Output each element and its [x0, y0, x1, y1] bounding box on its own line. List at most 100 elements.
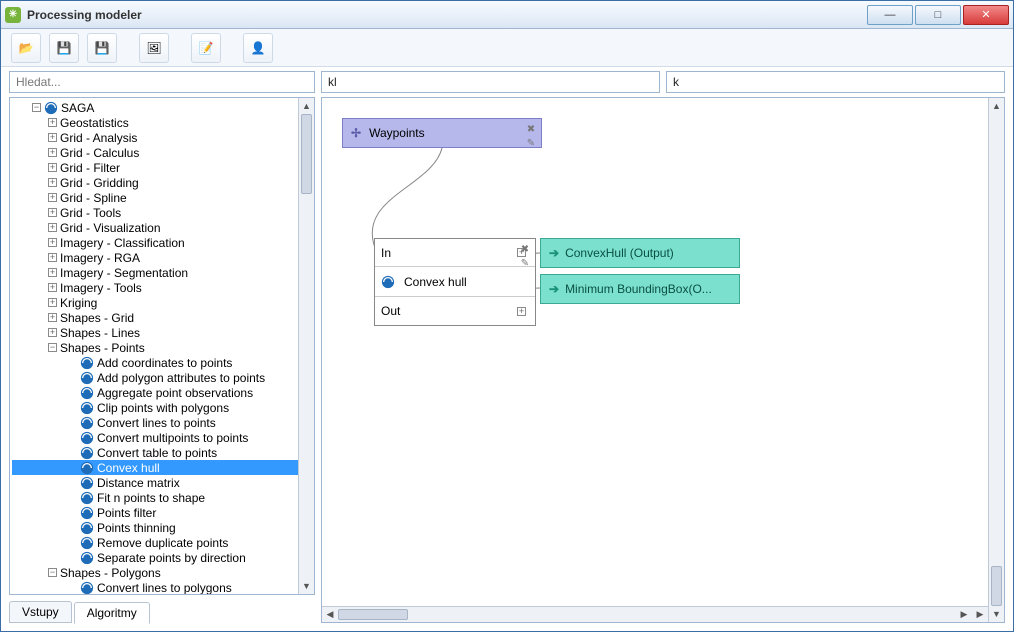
- expand-out-icon[interactable]: +: [517, 307, 526, 316]
- model-group-input[interactable]: k: [666, 71, 1005, 93]
- tree-category[interactable]: +Grid - Spline: [12, 190, 314, 205]
- expand-icon[interactable]: +: [48, 193, 57, 202]
- tab-algorithms[interactable]: Algoritmy: [74, 602, 150, 624]
- tree-algorithm[interactable]: Convert table to points: [12, 445, 314, 460]
- expand-icon[interactable]: +: [48, 133, 57, 142]
- tree-category[interactable]: +Shapes - Grid: [12, 310, 314, 325]
- canvas-vscrollbar[interactable]: ▲ ▼: [988, 98, 1004, 622]
- tree-category-shapes-polygons[interactable]: −Shapes - Polygons: [12, 565, 314, 580]
- maximize-button[interactable]: □: [915, 5, 961, 25]
- tree-algorithm[interactable]: Clip points with polygons: [12, 400, 314, 415]
- tree-item-label: Grid - Analysis: [60, 131, 137, 145]
- algorithm-tree[interactable]: −SAGA+Geostatistics+Grid - Analysis+Grid…: [9, 97, 315, 595]
- tree-category[interactable]: +Grid - Analysis: [12, 130, 314, 145]
- tree-category[interactable]: +Imagery - Classification: [12, 235, 314, 250]
- model-canvas[interactable]: ✢ Waypoints ✖ ✎ In +: [321, 97, 1005, 623]
- tree-item-label: Distance matrix: [97, 476, 180, 490]
- open-button[interactable]: 📂: [11, 33, 41, 63]
- tree-algorithm[interactable]: Points filter: [12, 505, 314, 520]
- edit-icon[interactable]: ✎: [519, 257, 531, 269]
- algorithm-node-label: Convex hull: [404, 275, 467, 289]
- scroll-thumb[interactable]: [991, 566, 1002, 606]
- save-button[interactable]: 💾: [49, 33, 79, 63]
- expand-icon[interactable]: −: [32, 103, 41, 112]
- image-icon: 🖼: [146, 41, 161, 55]
- expand-icon[interactable]: +: [48, 268, 57, 277]
- tree-category[interactable]: +Grid - Gridding: [12, 175, 314, 190]
- search-input[interactable]: Hledat...: [9, 71, 315, 93]
- expand-icon[interactable]: +: [48, 328, 57, 337]
- tree-category[interactable]: +Kriging: [12, 295, 314, 310]
- expand-icon[interactable]: +: [48, 313, 57, 322]
- tree-category[interactable]: +Grid - Calculus: [12, 145, 314, 160]
- edit-help-button[interactable]: 📝: [191, 33, 221, 63]
- scroll-up-icon[interactable]: ▲: [299, 98, 314, 114]
- expand-icon[interactable]: +: [48, 178, 57, 187]
- tree-category-shapes-points[interactable]: −Shapes - Points: [12, 340, 314, 355]
- saveas-button[interactable]: 💾: [87, 33, 117, 63]
- tree-algorithm[interactable]: Distance matrix: [12, 475, 314, 490]
- tree-category[interactable]: +Imagery - RGA: [12, 250, 314, 265]
- output-node-label: ConvexHull (Output): [565, 246, 674, 260]
- edit-icon[interactable]: ✎: [525, 137, 537, 149]
- tree-algorithm[interactable]: Convert multipoints to points: [12, 430, 314, 445]
- output-node-convexhull[interactable]: ➔ ConvexHull (Output): [540, 238, 740, 268]
- model-name-input[interactable]: kl: [321, 71, 660, 93]
- tree-category[interactable]: +Geostatistics: [12, 115, 314, 130]
- expand-icon[interactable]: +: [48, 283, 57, 292]
- expand-icon[interactable]: +: [48, 238, 57, 247]
- tree-category[interactable]: +Grid - Tools: [12, 205, 314, 220]
- tree-item-label: Grid - Filter: [60, 161, 120, 175]
- close-button[interactable]: ✕: [963, 5, 1009, 25]
- tree-algorithm[interactable]: Fit n points to shape: [12, 490, 314, 505]
- tree-algorithm[interactable]: Points thinning: [12, 520, 314, 535]
- delete-icon[interactable]: ✖: [525, 123, 537, 135]
- tree-item-label: Grid - Visualization: [60, 221, 161, 235]
- export-image-button[interactable]: 🖼: [139, 33, 169, 63]
- tree-algorithm[interactable]: Remove duplicate points: [12, 535, 314, 550]
- tree-algorithm[interactable]: Add polygon attributes to points: [12, 370, 314, 385]
- saga-icon: [80, 401, 94, 415]
- tab-inputs[interactable]: Vstupy: [9, 601, 72, 623]
- delete-icon[interactable]: ✖: [519, 243, 531, 255]
- scroll-up-icon[interactable]: ▲: [989, 98, 1004, 114]
- scroll-thumb[interactable]: [338, 609, 408, 620]
- scroll-right-icon[interactable]: ▶: [972, 607, 988, 622]
- expand-icon[interactable]: +: [48, 208, 57, 217]
- tree-algorithm[interactable]: Convert lines to polygons: [12, 580, 314, 595]
- expand-icon[interactable]: +: [48, 118, 57, 127]
- tree-algorithm[interactable]: Aggregate point observations: [12, 385, 314, 400]
- expand-icon[interactable]: +: [48, 253, 57, 262]
- saga-icon: [80, 551, 94, 565]
- tree-category[interactable]: +Shapes - Lines: [12, 325, 314, 340]
- expand-icon[interactable]: +: [48, 223, 57, 232]
- tree-scrollbar[interactable]: ▲ ▼: [298, 98, 314, 594]
- tree-root-saga[interactable]: −SAGA: [12, 100, 314, 115]
- tree-algorithm[interactable]: Add coordinates to points: [12, 355, 314, 370]
- port-out-label: Out: [381, 304, 511, 318]
- expand-icon[interactable]: +: [48, 298, 57, 307]
- expand-icon[interactable]: +: [48, 163, 57, 172]
- expand-icon[interactable]: +: [48, 148, 57, 157]
- algorithm-node-convexhull[interactable]: In + Convex hull ✖ ✎ Out: [374, 238, 536, 326]
- tree-category[interactable]: +Grid - Filter: [12, 160, 314, 175]
- scroll-thumb[interactable]: [301, 114, 312, 194]
- tree-category[interactable]: +Imagery - Segmentation: [12, 265, 314, 280]
- tree-algorithm[interactable]: Separate points by direction: [12, 550, 314, 565]
- tree-category[interactable]: +Imagery - Tools: [12, 280, 314, 295]
- input-node-waypoints[interactable]: ✢ Waypoints ✖ ✎: [342, 118, 542, 148]
- tree-category[interactable]: +Grid - Visualization: [12, 220, 314, 235]
- expand-icon[interactable]: −: [48, 343, 57, 352]
- scroll-right-icon[interactable]: ▶: [956, 607, 972, 622]
- tree-algorithm[interactable]: Convex hull: [12, 460, 314, 475]
- scroll-left-icon[interactable]: ◀: [322, 607, 338, 622]
- expand-icon[interactable]: −: [48, 568, 57, 577]
- saga-icon: [80, 536, 94, 550]
- run-button[interactable]: 👤: [243, 33, 273, 63]
- canvas-hscrollbar[interactable]: ◀ ▶ ▶: [322, 606, 988, 622]
- minimize-button[interactable]: —: [867, 5, 913, 25]
- tree-algorithm[interactable]: Convert lines to points: [12, 415, 314, 430]
- scroll-down-icon[interactable]: ▼: [989, 606, 1004, 622]
- scroll-down-icon[interactable]: ▼: [299, 578, 314, 594]
- output-node-boundingbox[interactable]: ➔ Minimum BoundingBox(O...: [540, 274, 740, 304]
